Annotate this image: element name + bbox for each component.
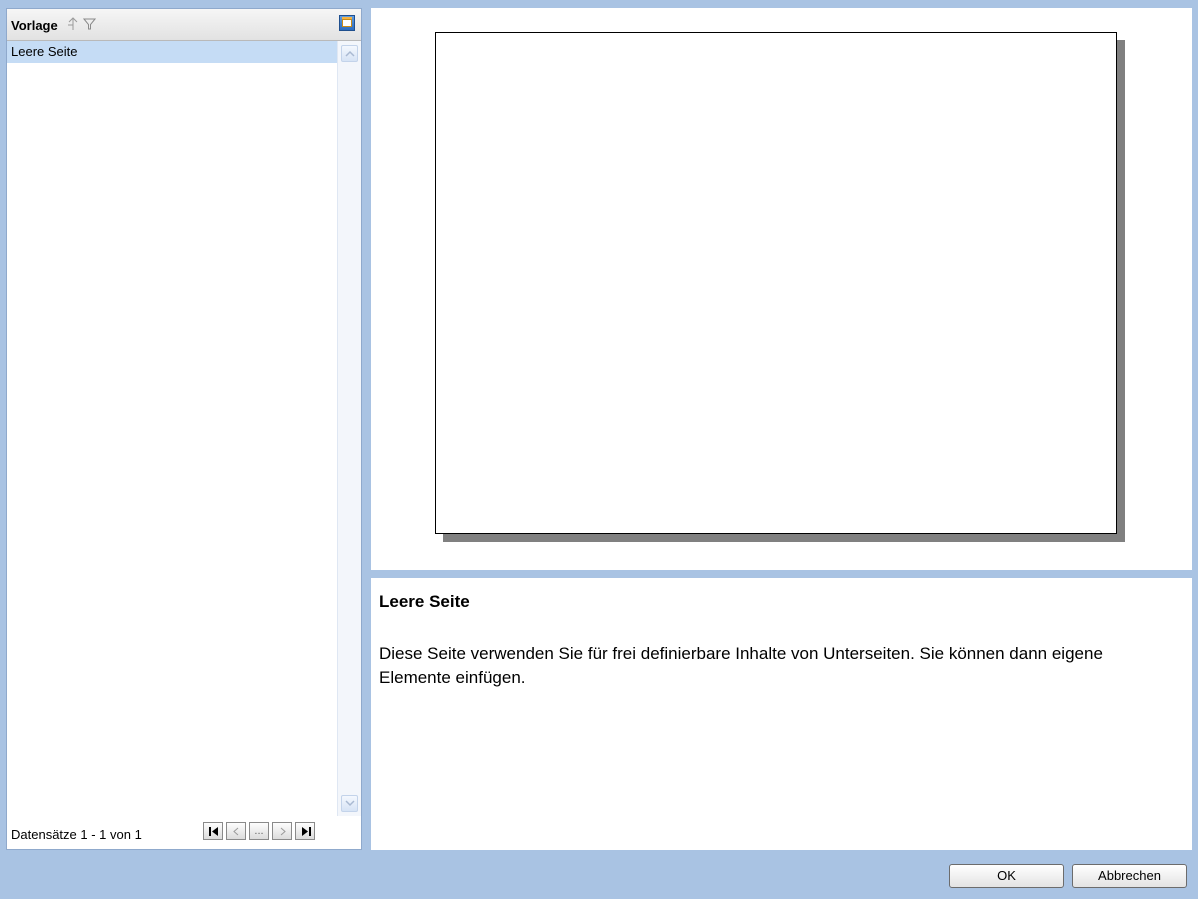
vertical-scrollbar[interactable] [337,41,361,816]
scroll-up-button[interactable] [341,45,358,62]
blank-page-thumbnail [435,32,1117,534]
list-item[interactable]: Leere Seite [7,41,337,63]
description-text: Diese Seite verwenden Sie für frei defin… [379,644,1103,687]
last-page-icon [302,827,311,836]
template-list: Leere Seite [7,41,337,816]
first-page-icon [209,827,218,836]
previous-page-icon [233,827,239,836]
cancel-button[interactable]: Abbrechen [1072,864,1187,888]
filter-icon[interactable] [83,17,96,31]
template-description: Leere Seite Diese Seite verwenden Sie fü… [371,578,1192,850]
next-page-icon [280,827,286,836]
previous-page-button[interactable] [226,822,246,840]
grid-header: Vorlage [7,9,361,41]
record-count: Datensätze 1 - 1 von 1 [11,827,142,842]
column-chooser-icon[interactable] [339,15,355,31]
sort-icon[interactable] [67,17,79,31]
scroll-down-button[interactable] [341,795,358,812]
column-header-vorlage[interactable]: Vorlage [11,18,58,33]
first-page-button[interactable] [203,822,223,840]
pager: Datensätze 1 - 1 von 1 ... [7,816,361,849]
last-page-button[interactable] [295,822,315,840]
template-dialog: Vorlage Leere Seite Datensätze 1 - 1 von… [0,0,1198,899]
template-preview [371,8,1192,570]
next-page-button[interactable] [272,822,292,840]
template-grid: Vorlage Leere Seite Datensätze 1 - 1 von… [6,8,362,850]
chevron-up-icon [345,50,355,57]
chevron-down-icon [345,800,355,807]
page-ellipsis-button[interactable]: ... [249,822,269,840]
description-title: Leere Seite [379,592,470,611]
ok-button[interactable]: OK [949,864,1064,888]
